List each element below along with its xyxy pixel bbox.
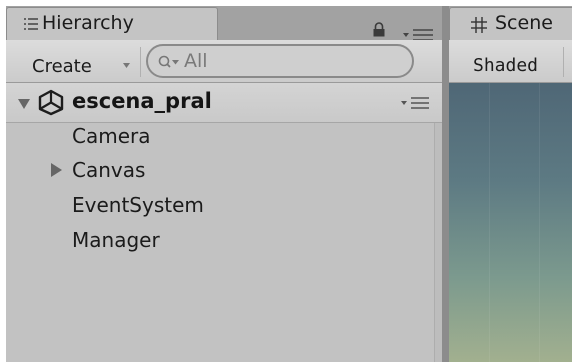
hierarchy-tab-bar: Hierarchy (6, 6, 442, 41)
create-button[interactable]: Create (16, 50, 136, 80)
scene-viewport[interactable] (449, 83, 572, 362)
toolbar-divider (140, 47, 141, 77)
hierarchy-tab-label: Hierarchy (42, 12, 134, 34)
scene-root-row[interactable]: escena_pral (6, 83, 442, 123)
expand-arrow-icon[interactable] (18, 98, 30, 110)
chevron-down-icon (123, 63, 130, 68)
scene-tab-bar: Scene (449, 6, 572, 40)
create-button-label: Create (32, 56, 92, 77)
list-icon (24, 18, 38, 30)
shading-mode-label: Shaded (473, 55, 539, 76)
hierarchy-item-label: Canvas (72, 158, 146, 182)
panel-divider[interactable] (442, 6, 449, 362)
expand-arrow-icon[interactable] (50, 163, 63, 177)
scrollbar-track[interactable] (434, 123, 442, 362)
scene-tab-label: Scene (495, 12, 553, 34)
hierarchy-item-eventsystem[interactable]: EventSystem (72, 190, 372, 220)
grid-line (489, 83, 490, 362)
grid-line (539, 83, 540, 362)
tab-hierarchy[interactable]: Hierarchy (6, 7, 218, 40)
tab-scene[interactable]: Scene (449, 7, 572, 40)
hierarchy-item-label: EventSystem (72, 193, 204, 217)
toolbar-divider (563, 47, 564, 77)
hierarchy-item-label: Manager (72, 228, 160, 252)
lock-icon[interactable] (372, 22, 386, 37)
scene-name: escena_pral (72, 89, 212, 113)
shading-mode-dropdown[interactable]: Shaded (465, 49, 565, 79)
scene-options-icon[interactable] (400, 96, 430, 110)
hash-icon (471, 17, 487, 33)
search-filter-icon[interactable] (158, 54, 182, 71)
scene-panel: Scene Shaded (449, 6, 572, 362)
hierarchy-item-manager[interactable]: Manager (72, 225, 372, 255)
scene-toolbar: Shaded (449, 40, 572, 83)
hierarchy-item-canvas[interactable]: Canvas (72, 155, 372, 185)
search-field[interactable] (146, 44, 414, 78)
search-input[interactable] (184, 48, 404, 74)
hierarchy-toolbar: Create (6, 40, 442, 83)
hierarchy-item-label: Camera (72, 124, 151, 148)
hierarchy-panel: Hierarchy Create All escena_pral Camera … (6, 6, 442, 362)
unity-logo-icon (38, 89, 64, 116)
hierarchy-item-camera[interactable]: Camera (72, 121, 372, 151)
